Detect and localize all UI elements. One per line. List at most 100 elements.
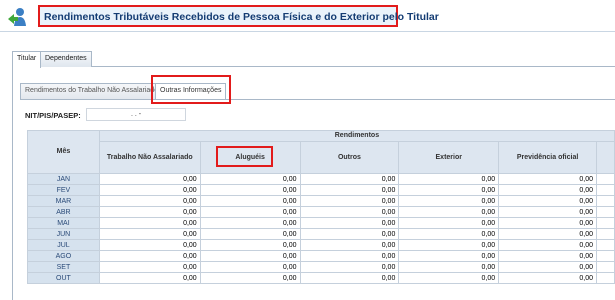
rendimentos-grid: Mês Rendimentos Trabalho Não Assalariado… bbox=[27, 130, 615, 300]
table-row: JUL 0,00 0,00 0,00 0,00 0,00 bbox=[27, 239, 615, 251]
value-cell[interactable]: 0,00 bbox=[498, 228, 597, 240]
value-cell[interactable]: 0,00 bbox=[398, 195, 500, 207]
month-cell: OUT bbox=[27, 272, 100, 284]
value-cell[interactable]: 0,00 bbox=[398, 261, 500, 273]
value-cell[interactable]: 0,00 bbox=[498, 206, 597, 218]
overflow-cell bbox=[596, 173, 615, 185]
table-row: FEV 0,00 0,00 0,00 0,00 0,00 bbox=[27, 184, 615, 196]
col-header-overflow bbox=[596, 141, 615, 174]
value-cell[interactable]: 0,00 bbox=[299, 272, 400, 284]
overflow-cell bbox=[596, 272, 615, 284]
highlight-outras-informacoes bbox=[151, 75, 231, 104]
value-cell[interactable]: 0,00 bbox=[398, 228, 500, 240]
table-row: ABR 0,00 0,00 0,00 0,00 0,00 bbox=[27, 206, 615, 218]
value-cell[interactable]: 0,00 bbox=[498, 173, 597, 185]
value-cell[interactable]: 0,00 bbox=[498, 250, 597, 262]
tab-rendimentos-trabalho[interactable]: Rendimentos do Trabalho Não Assalariado bbox=[20, 83, 164, 99]
col-header-exterior: Exterior bbox=[398, 141, 500, 174]
value-cell[interactable]: 0,00 bbox=[299, 173, 400, 185]
value-cell[interactable]: 0,00 bbox=[498, 239, 597, 251]
inner-tab-divider bbox=[20, 99, 615, 100]
col-header-outros: Outros bbox=[299, 141, 400, 174]
nit-input[interactable]: . . - bbox=[86, 108, 186, 121]
overflow-cell bbox=[596, 217, 615, 229]
table-row: JAN 0,00 0,00 0,00 0,00 0,00 bbox=[27, 173, 615, 185]
value-cell[interactable]: 0,00 bbox=[398, 206, 500, 218]
table-row: SET 0,00 0,00 0,00 0,00 0,00 bbox=[27, 261, 615, 273]
value-cell[interactable]: 0,00 bbox=[98, 261, 201, 273]
value-cell[interactable]: 0,00 bbox=[98, 239, 201, 251]
value-cell[interactable]: 0,00 bbox=[199, 206, 301, 218]
col-mes-header: Mês bbox=[27, 130, 100, 174]
value-cell[interactable]: 0,00 bbox=[299, 206, 400, 218]
overflow-cell bbox=[596, 206, 615, 218]
value-cell[interactable]: 0,00 bbox=[199, 250, 301, 262]
value-cell[interactable]: 0,00 bbox=[398, 173, 500, 185]
table-row: AGO 0,00 0,00 0,00 0,00 0,00 bbox=[27, 250, 615, 262]
value-cell[interactable]: 0,00 bbox=[98, 217, 201, 229]
value-cell[interactable]: 0,00 bbox=[199, 239, 301, 251]
value-cell[interactable]: 0,00 bbox=[398, 250, 500, 262]
value-cell[interactable]: 0,00 bbox=[299, 261, 400, 273]
value-cell[interactable]: 0,00 bbox=[398, 217, 500, 229]
value-cell[interactable]: 0,00 bbox=[98, 250, 201, 262]
value-cell[interactable]: 0,00 bbox=[398, 239, 500, 251]
value-cell[interactable]: 0,00 bbox=[98, 272, 201, 284]
header-divider bbox=[0, 31, 615, 32]
value-cell[interactable]: 0,00 bbox=[498, 261, 597, 273]
page-title: Rendimentos Tributáveis Recebidos de Pes… bbox=[44, 11, 439, 23]
tab-dependentes[interactable]: Dependentes bbox=[40, 51, 92, 67]
value-cell[interactable]: 0,00 bbox=[398, 272, 500, 284]
value-cell[interactable]: 0,00 bbox=[398, 184, 500, 196]
value-cell[interactable]: 0,00 bbox=[199, 217, 301, 229]
col-header-previdencia: Previdência oficial bbox=[498, 141, 597, 174]
value-cell[interactable]: 0,00 bbox=[199, 184, 301, 196]
value-cell[interactable]: 0,00 bbox=[199, 261, 301, 273]
value-cell[interactable]: 0,00 bbox=[498, 217, 597, 229]
value-cell[interactable]: 0,00 bbox=[299, 217, 400, 229]
value-cell[interactable]: 0,00 bbox=[98, 173, 201, 185]
group-header-rendimentos: Rendimentos bbox=[98, 130, 615, 142]
value-cell[interactable]: 0,00 bbox=[498, 184, 597, 196]
month-cell: MAI bbox=[27, 217, 100, 229]
overflow-cell bbox=[596, 261, 615, 273]
value-cell[interactable]: 0,00 bbox=[498, 195, 597, 207]
page-header: Rendimentos Tributáveis Recebidos de Pes… bbox=[0, 0, 615, 32]
value-cell[interactable]: 0,00 bbox=[299, 239, 400, 251]
highlight-alugueis bbox=[216, 146, 273, 167]
table-row: MAI 0,00 0,00 0,00 0,00 0,00 bbox=[27, 217, 615, 229]
back-arrow-person-icon[interactable] bbox=[6, 6, 28, 28]
value-cell[interactable]: 0,00 bbox=[199, 173, 301, 185]
overflow-cell bbox=[596, 228, 615, 240]
col-header-trabalho: Trabalho Não Assalariado bbox=[98, 141, 201, 174]
value-cell[interactable]: 0,00 bbox=[498, 272, 597, 284]
value-cell[interactable]: 0,00 bbox=[199, 272, 301, 284]
month-cell: AGO bbox=[27, 250, 100, 262]
table-row: JUN 0,00 0,00 0,00 0,00 0,00 bbox=[27, 228, 615, 240]
overflow-cell bbox=[596, 239, 615, 251]
overflow-cell bbox=[596, 184, 615, 196]
value-cell[interactable]: 0,00 bbox=[98, 184, 201, 196]
month-cell: JUN bbox=[27, 228, 100, 240]
value-cell[interactable]: 0,00 bbox=[199, 228, 301, 240]
value-cell[interactable]: 0,00 bbox=[199, 195, 301, 207]
value-cell[interactable]: 0,00 bbox=[98, 195, 201, 207]
value-cell[interactable]: 0,00 bbox=[299, 228, 400, 240]
overflow-cell bbox=[596, 195, 615, 207]
page-title-box: Rendimentos Tributáveis Recebidos de Pes… bbox=[38, 5, 439, 27]
month-cell: FEV bbox=[27, 184, 100, 196]
rendimentos-table: Mês Rendimentos Trabalho Não Assalariado… bbox=[27, 130, 615, 284]
table-row: OUT 0,00 0,00 0,00 0,00 0,00 bbox=[27, 272, 615, 284]
nit-label: NIT/PIS/PASEP: bbox=[25, 111, 81, 120]
value-cell[interactable]: 0,00 bbox=[299, 195, 400, 207]
month-cell: JUL bbox=[27, 239, 100, 251]
value-cell[interactable]: 0,00 bbox=[299, 250, 400, 262]
tab-titular[interactable]: Titular bbox=[12, 51, 42, 68]
value-cell[interactable]: 0,00 bbox=[98, 228, 201, 240]
value-cell[interactable]: 0,00 bbox=[98, 206, 201, 218]
overflow-cell bbox=[596, 250, 615, 262]
value-cell[interactable]: 0,00 bbox=[299, 184, 400, 196]
month-cell: MAR bbox=[27, 195, 100, 207]
month-cell: JAN bbox=[27, 173, 100, 185]
month-cell: ABR bbox=[27, 206, 100, 218]
